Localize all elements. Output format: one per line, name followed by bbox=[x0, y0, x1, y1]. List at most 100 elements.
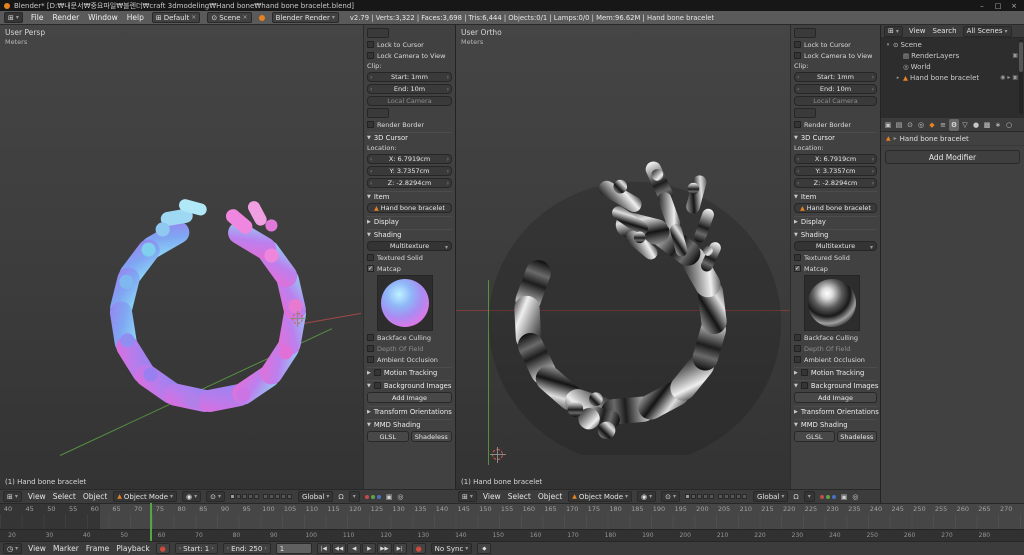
render-menu[interactable]: Render bbox=[51, 13, 80, 22]
outliner-item[interactable]: ▾ ⊙ Scene bbox=[881, 39, 1024, 50]
local-camera-field[interactable]: Local Camera bbox=[367, 96, 452, 106]
timeline-marker-menu[interactable]: Marker bbox=[52, 544, 80, 553]
clip-start-field[interactable]: ‹ Start: 1mm › bbox=[367, 72, 452, 82]
cursor-z-field[interactable]: ‹ Z: -2.8294cm › bbox=[367, 178, 452, 188]
view-menu[interactable]: View bbox=[482, 492, 502, 501]
layer-cell[interactable] bbox=[736, 494, 742, 499]
select-menu[interactable]: Select bbox=[507, 492, 532, 501]
scene-tab[interactable]: ⊙ bbox=[905, 119, 915, 131]
camera-selector[interactable] bbox=[367, 108, 389, 118]
add-image-button[interactable]: Add Image bbox=[367, 392, 452, 403]
item-name-field[interactable]: ▲ Hand bone bracelet bbox=[367, 203, 452, 213]
mode-dropdown[interactable]: ▲ Object Mode ▾ bbox=[568, 491, 633, 502]
camera-selector[interactable] bbox=[794, 108, 816, 118]
cursor-panel-header[interactable]: ▼ 3D Cursor bbox=[794, 132, 877, 142]
expander-icon[interactable]: ▸ bbox=[895, 75, 901, 81]
decrement-icon[interactable]: ‹ bbox=[179, 545, 181, 552]
opengl-render-anim-icon[interactable]: ◎ bbox=[852, 493, 858, 501]
expander-icon[interactable]: ▾ bbox=[885, 42, 891, 48]
file-menu[interactable]: File bbox=[30, 13, 45, 22]
outliner-item[interactable]: ▤ RenderLayers ▣ bbox=[881, 50, 1024, 61]
play-reverse-button[interactable]: ◀ bbox=[347, 543, 362, 554]
snap-element-dropdown[interactable]: ▾ bbox=[803, 491, 815, 502]
decrement-icon[interactable]: ‹ bbox=[370, 168, 372, 175]
opengl-render-icon[interactable]: ▣ bbox=[841, 493, 848, 501]
modifiers-tab[interactable]: ⚙ bbox=[949, 118, 959, 131]
checkbox-icon[interactable] bbox=[800, 369, 808, 376]
current-frame-line[interactable] bbox=[150, 503, 152, 541]
clip-start-field[interactable]: ‹ Start: 1mm › bbox=[794, 72, 877, 82]
screen-layout-selector[interactable]: ⊞ Default × bbox=[151, 12, 201, 23]
decrement-icon[interactable]: ‹ bbox=[370, 74, 372, 81]
keying-set-button[interactable]: ◆ bbox=[477, 543, 492, 554]
opengl-render-icon[interactable]: ▣ bbox=[386, 493, 393, 501]
viewport-shading-dropdown[interactable]: ◉ ▾ bbox=[637, 491, 657, 502]
view-lens-field[interactable] bbox=[367, 28, 389, 38]
layer-cell[interactable] bbox=[230, 494, 236, 499]
decrement-icon[interactable]: ‹ bbox=[227, 545, 229, 552]
backface-culling-checkbox[interactable]: Backface Culling bbox=[794, 333, 877, 342]
frame-end-field[interactable]: ‹ End: 250 › bbox=[222, 543, 271, 554]
particles-tab[interactable]: ∗ bbox=[993, 119, 1003, 131]
cursor-panel-header[interactable]: ▼ 3D Cursor bbox=[367, 132, 452, 142]
material-tab[interactable]: ● bbox=[971, 119, 981, 131]
cursor-y-field[interactable]: ‹ Y: 3.7357cm › bbox=[794, 166, 877, 176]
outliner-search-menu[interactable]: Search bbox=[932, 27, 958, 35]
increment-icon[interactable]: › bbox=[447, 156, 449, 163]
shading-panel-header[interactable]: ▼ Shading bbox=[367, 229, 452, 239]
window-menu[interactable]: Window bbox=[87, 13, 119, 22]
timeline-playback-menu[interactable]: Playback bbox=[115, 544, 150, 553]
close-icon[interactable]: × bbox=[243, 14, 248, 21]
decrement-icon[interactable]: ‹ bbox=[370, 180, 372, 187]
restrict-icon[interactable]: ◉ bbox=[1000, 74, 1005, 81]
mode-dropdown[interactable]: ▲ Object Mode ▾ bbox=[113, 491, 178, 502]
increment-icon[interactable]: › bbox=[872, 74, 874, 81]
viewport-left[interactable]: User Persp Meters (1) Hand bone bracelet bbox=[0, 25, 363, 489]
layer-cell[interactable] bbox=[269, 494, 275, 499]
next-keyframe-button[interactable]: ▶▶ bbox=[377, 543, 392, 554]
decrement-icon[interactable]: ‹ bbox=[797, 180, 799, 187]
transform-orientations-panel-header[interactable]: ▶ Transform Orientations bbox=[367, 406, 452, 416]
help-menu[interactable]: Help bbox=[126, 13, 145, 22]
cursor-z-field[interactable]: ‹ Z: -2.8294cm › bbox=[794, 178, 877, 188]
render-border-checkbox[interactable]: Render Border bbox=[794, 120, 877, 129]
lock-camera-to-view-checkbox[interactable]: Lock Camera to View bbox=[367, 51, 452, 60]
lock-to-cursor-checkbox[interactable]: Lock to Cursor bbox=[794, 40, 877, 49]
object-menu[interactable]: Object bbox=[537, 492, 563, 501]
restrict-icon[interactable]: ▸ bbox=[1007, 74, 1010, 81]
jump-to-start-button[interactable]: |◀ bbox=[316, 543, 331, 554]
cursor-y-field[interactable]: ‹ Y: 3.7357cm › bbox=[367, 166, 452, 176]
scene-selector[interactable]: ⊙ Scene × bbox=[207, 12, 252, 23]
motion-tracking-panel-header[interactable]: ▶ Motion Tracking bbox=[367, 367, 452, 377]
background-images-panel-header[interactable]: ▼ Background Images bbox=[367, 380, 452, 390]
prev-keyframe-button[interactable]: ◀◀ bbox=[331, 543, 347, 554]
render-layers-tab[interactable]: ▤ bbox=[894, 119, 904, 131]
layer-cell[interactable] bbox=[248, 494, 254, 499]
lock-camera-to-view-checkbox[interactable]: Lock Camera to View bbox=[794, 51, 877, 60]
editor-type-button[interactable]: ⊞ ▾ bbox=[458, 491, 477, 502]
matcap-checkbox[interactable]: ✓ Matcap bbox=[794, 264, 877, 273]
jump-to-end-button[interactable]: ▶| bbox=[392, 543, 407, 554]
object-data-tab[interactable]: ▽ bbox=[960, 119, 970, 131]
ambient-occlusion-checkbox[interactable]: Ambient Occlusion bbox=[794, 355, 877, 364]
play-button[interactable]: ▶ bbox=[362, 543, 377, 554]
world-tab[interactable]: ◎ bbox=[916, 119, 926, 131]
viewport-shading-dropdown[interactable]: ◉ ▾ bbox=[182, 491, 202, 502]
outliner-item[interactable]: ▸ ▲ Hand bone bracelet ◉ ▸ ▣ bbox=[881, 72, 1024, 83]
close-icon[interactable]: × bbox=[191, 14, 196, 21]
layer-cell[interactable] bbox=[709, 494, 715, 499]
editor-type-button[interactable]: ⊞ ▾ bbox=[884, 25, 903, 37]
layer-cell[interactable] bbox=[724, 494, 730, 499]
timeline-ruler[interactable]: 40 45 50 55 60 65 70 75 80 85 90 95 100 105 110 115 120 1… bbox=[0, 503, 1024, 529]
increment-icon[interactable]: › bbox=[447, 180, 449, 187]
decrement-icon[interactable]: ‹ bbox=[370, 156, 372, 163]
pivot-dropdown[interactable]: ⊙ ▾ bbox=[206, 491, 226, 502]
textured-solid-checkbox[interactable]: Textured Solid bbox=[794, 253, 877, 262]
increment-icon[interactable]: › bbox=[872, 86, 874, 93]
lock-to-cursor-checkbox[interactable]: Lock to Cursor bbox=[367, 40, 452, 49]
matcap-preview-button[interactable] bbox=[377, 275, 433, 331]
timeline-view-menu[interactable]: View bbox=[27, 544, 47, 553]
physics-tab[interactable]: ○ bbox=[1004, 119, 1014, 131]
editor-type-button[interactable]: ⊞ ▾ bbox=[3, 491, 22, 502]
snap-magnet-icon[interactable]: Ω bbox=[338, 493, 343, 501]
